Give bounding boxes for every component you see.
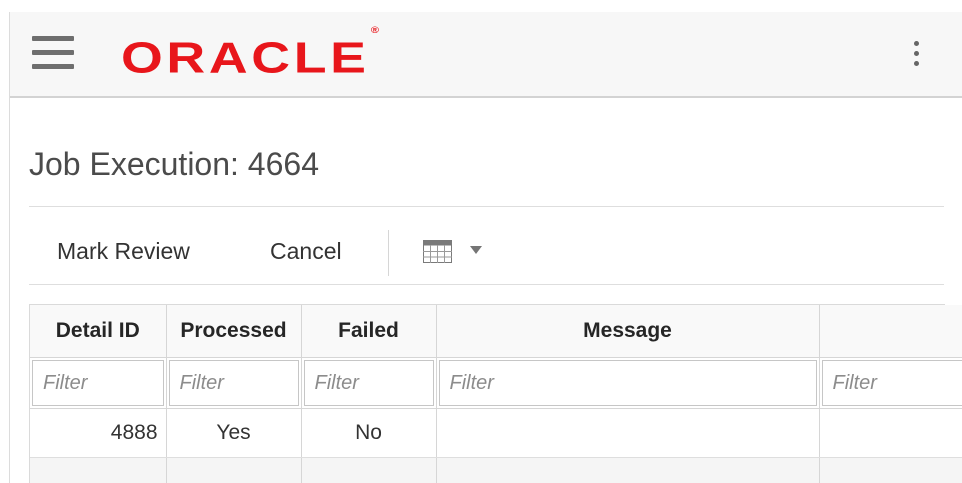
- toolbar: Mark Review Cancel: [29, 220, 944, 282]
- processed-filter-input[interactable]: [168, 360, 299, 406]
- header-row: Detail ID Processed Failed Message: [30, 305, 962, 358]
- vertical-ellipsis-icon[interactable]: [909, 39, 923, 69]
- column-header-message[interactable]: Message: [436, 305, 820, 358]
- title-divider: [29, 206, 944, 207]
- column-header-failed[interactable]: Failed: [301, 305, 437, 358]
- message-filter-input[interactable]: [438, 360, 817, 406]
- hamburger-menu-icon[interactable]: [32, 36, 74, 70]
- cancel-button[interactable]: Cancel: [270, 220, 342, 282]
- page-title: Job Execution: 4664: [29, 146, 319, 182]
- table-grid-icon[interactable]: [423, 240, 452, 263]
- processed-cell: Yes: [166, 408, 302, 458]
- failed-filter-input[interactable]: [303, 360, 434, 406]
- column-header-processed[interactable]: Processed: [166, 305, 302, 358]
- message-cell: [436, 408, 820, 458]
- detail-id-cell: 4888: [30, 408, 167, 458]
- filter-row: [30, 357, 962, 409]
- logo-text: ORACLE: [121, 33, 370, 83]
- registered-mark: ®: [370, 25, 379, 35]
- toolbar-divider: [29, 284, 944, 285]
- job-details-table: Detail ID Processed Failed Message 4888: [29, 304, 962, 483]
- extra-filter-input[interactable]: [821, 360, 962, 406]
- mark-review-button[interactable]: Mark Review: [57, 220, 190, 282]
- app-window: ORACLE® Job Execution: 4664 Mark Review …: [9, 12, 962, 483]
- detail-id-filter-input[interactable]: [32, 360, 164, 406]
- extra-cell: [819, 408, 962, 458]
- oracle-logo: ORACLE®: [121, 25, 379, 83]
- table-footer-row: [30, 457, 962, 483]
- caret-down-icon[interactable]: [470, 246, 482, 254]
- table-row[interactable]: 4888 Yes No: [30, 408, 962, 458]
- failed-cell: No: [301, 408, 437, 458]
- toolbar-separator: [388, 230, 389, 276]
- top-bar: ORACLE®: [10, 12, 962, 98]
- column-header-detail-id[interactable]: Detail ID: [30, 305, 167, 358]
- column-header-extra[interactable]: [819, 305, 962, 358]
